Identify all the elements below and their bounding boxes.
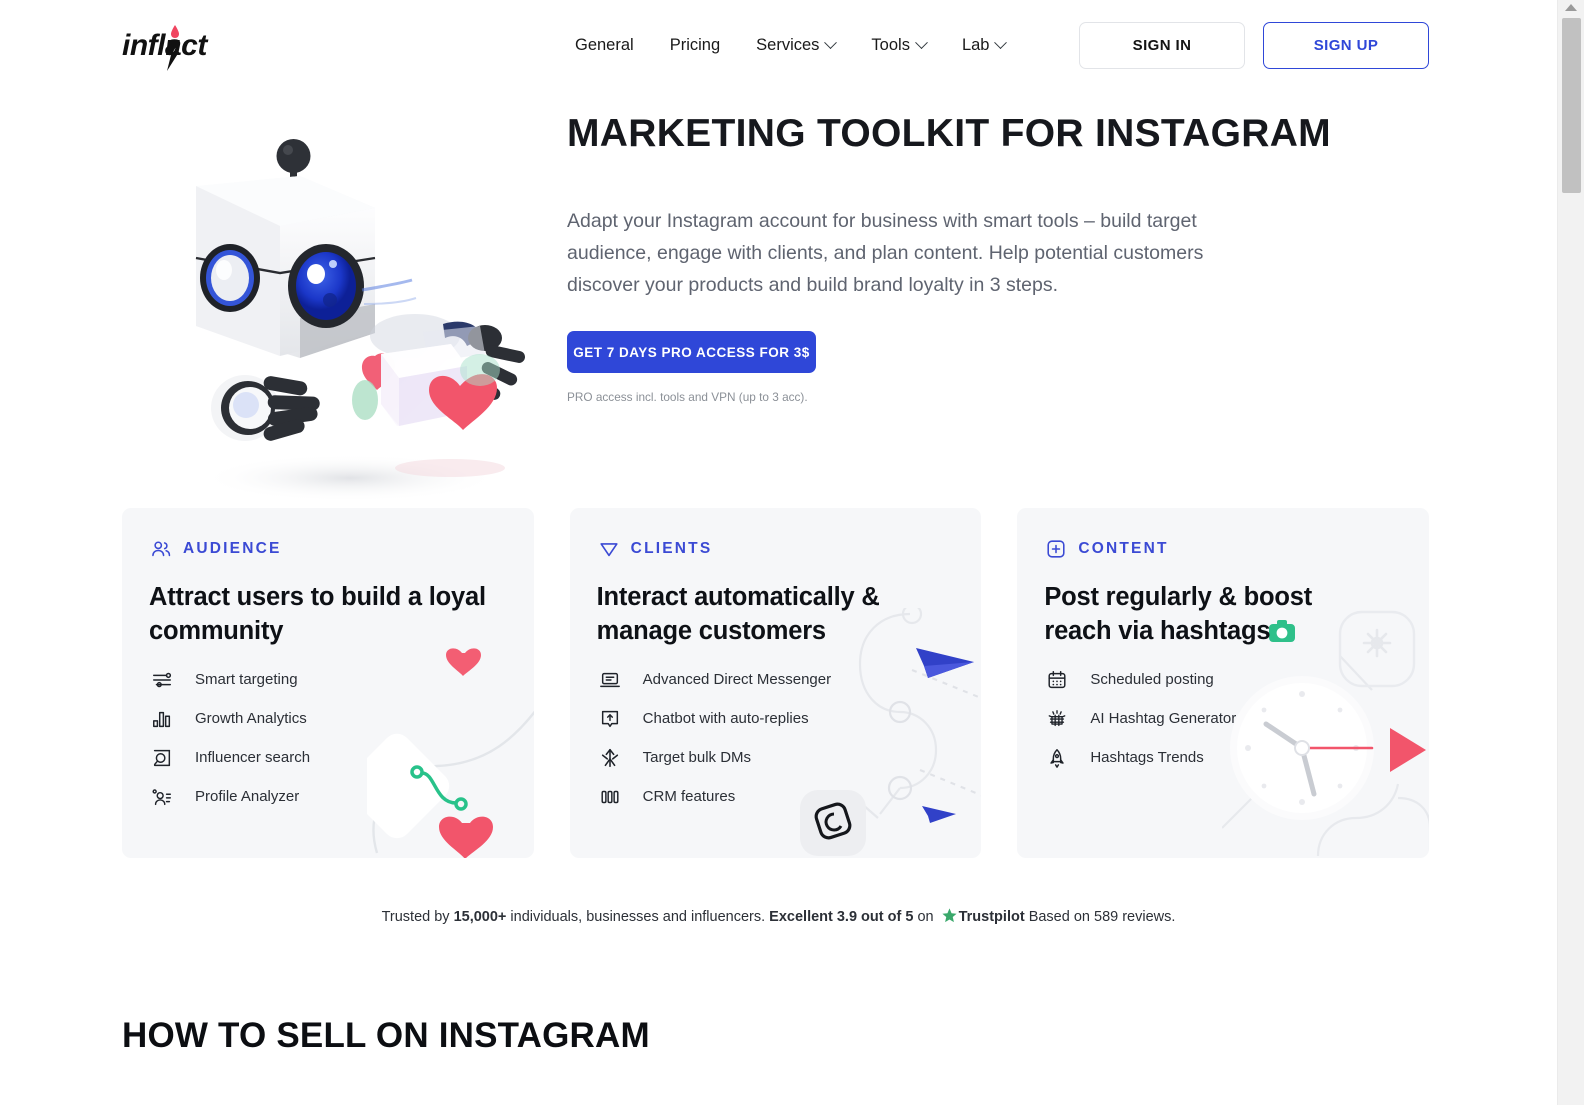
chatbot-icon — [598, 707, 622, 731]
list-item[interactable]: Target bulk DMs — [598, 746, 831, 770]
card-clients-header: CLIENTS — [598, 538, 713, 560]
list-item[interactable]: Chatbot with auto-replies — [598, 707, 831, 731]
list-item-label: Target bulk DMs — [642, 749, 752, 766]
users-icon — [152, 541, 171, 557]
card-kicker: CLIENTS — [630, 540, 713, 557]
card-title: Interact automatically & manage customer… — [596, 583, 880, 645]
send-plane-icon — [600, 543, 618, 557]
list-item-label: Smart targeting — [195, 671, 298, 688]
robot-3d-illustration — [195, 139, 526, 502]
list-item[interactable]: CRM features — [598, 785, 831, 809]
nav-item-pricing[interactable]: Pricing — [670, 30, 720, 60]
bar-chart-icon — [150, 707, 174, 731]
trust-on: on — [913, 909, 938, 925]
calendar-icon — [1045, 668, 1069, 692]
trust-middle: individuals, businesses and influencers. — [506, 909, 770, 925]
card-kicker: CONTENT — [1078, 540, 1169, 557]
card-title: Attract users to build a loyal community — [149, 583, 486, 645]
get-pro-access-button[interactable]: GET 7 DAYS PRO ACCESS FOR 3$ — [567, 331, 816, 373]
page-root: inflact General Pricing Services Tools L… — [0, 0, 1584, 1105]
trust-count: 15,000+ — [453, 909, 507, 925]
list-item[interactable]: Advanced Direct Messenger — [598, 668, 831, 692]
laptop-message-icon — [598, 668, 622, 692]
nav-item-label: Tools — [871, 36, 910, 54]
chevron-down-icon — [915, 35, 928, 49]
hero-description: Adapt your Instagram account for busines… — [567, 210, 1204, 296]
card-content-list: Scheduled posting AI Hashtag Generator H… — [1045, 668, 1236, 770]
nav-item-tools[interactable]: Tools — [871, 30, 928, 60]
scrollbar-thumb[interactable] — [1562, 18, 1581, 193]
trust-rating: Excellent 3.9 out of 5 — [769, 909, 914, 925]
site-header: inflact General Pricing Services Tools L… — [0, 0, 1557, 92]
list-item-label: AI Hashtag Generator — [1090, 710, 1237, 727]
list-item[interactable]: Scheduled posting — [1045, 668, 1236, 692]
trust-line: Trusted by 15,000+ individuals, business… — [0, 907, 1557, 925]
nav-item-label: Lab — [961, 36, 990, 54]
card-audience: AUDIENCE Attract users to build a loyal … — [122, 508, 534, 858]
sign-in-button[interactable]: SIGN IN — [1079, 22, 1245, 69]
trust-prefix: Trusted by — [381, 909, 454, 925]
chevron-down-icon — [824, 35, 838, 49]
page-title: MARKETING TOOLKIT FOR INSTAGRAM — [567, 112, 1331, 155]
user-list-icon — [150, 785, 174, 809]
nav-item-label: Pricing — [669, 36, 721, 54]
hero-content: MARKETING TOOLKIT FOR INSTAGRAM Adapt yo… — [567, 110, 1331, 404]
trust-suffix: Based on 589 reviews. — [1024, 909, 1176, 925]
list-item[interactable]: Growth Analytics — [150, 707, 310, 731]
scroll-up-arrow-icon[interactable] — [1565, 4, 1577, 11]
logo[interactable]: inflact — [122, 24, 242, 71]
logo-text: inflact — [122, 29, 207, 62]
list-item-label: Profile Analyzer — [195, 788, 300, 805]
list-item[interactable]: Smart targeting — [150, 668, 310, 692]
rocket-icon — [1045, 746, 1069, 770]
nav-item-label: General — [575, 36, 634, 54]
feature-cards: AUDIENCE Attract users to build a loyal … — [122, 508, 1430, 858]
card-audience-list: Smart targeting Growth Analytics Influen… — [150, 668, 310, 809]
card-audience-header: AUDIENCE — [150, 538, 282, 560]
lightning-drop-icon — [166, 25, 180, 71]
auth-buttons: SIGN IN SIGN UP — [1079, 22, 1429, 69]
section-subtitle — [300, 1085, 1000, 1105]
sliders-icon — [150, 668, 174, 692]
card-content-header: CONTENT — [1045, 538, 1168, 560]
list-item[interactable]: Influencer search — [150, 746, 310, 770]
cta-note: PRO access incl. tools and VPN (up to 3 … — [567, 390, 808, 404]
hashtag-gear-icon — [1045, 707, 1069, 731]
card-kicker: AUDIENCE — [183, 540, 282, 557]
card-clients: CLIENTS Interact automatically & manage … — [569, 508, 982, 858]
sign-up-button[interactable]: SIGN UP — [1263, 22, 1429, 69]
trustpilot-star-icon — [942, 908, 957, 923]
main-nav: General Pricing Services Tools Lab — [575, 30, 1008, 60]
trustpilot-brand: Trustpilot — [958, 909, 1025, 925]
card-content: CONTENT Post regularly & boost reach via… — [1017, 508, 1430, 858]
plus-square-icon — [1047, 540, 1065, 558]
page-scrollbar[interactable] — [1557, 0, 1584, 1105]
list-item-label: CRM features — [642, 788, 736, 805]
nav-item-services[interactable]: Services — [756, 30, 838, 60]
card-title: Post regularly & boost reach via hashtag… — [1044, 583, 1312, 645]
list-item[interactable]: Profile Analyzer — [150, 785, 310, 809]
list-item[interactable]: AI Hashtag Generator — [1045, 707, 1236, 731]
columns-icon — [598, 785, 622, 809]
card-clients-list: Advanced Direct Messenger Chatbot with a… — [598, 668, 831, 809]
nav-item-general[interactable]: General — [575, 30, 634, 60]
search-box-icon — [150, 746, 174, 770]
section-title-how-to-sell: HOW TO SELL ON INSTAGRAM — [122, 1016, 650, 1055]
audience-card-decoration — [367, 648, 534, 858]
nav-item-lab[interactable]: Lab — [961, 30, 1008, 60]
list-item-label: Growth Analytics — [195, 710, 307, 727]
list-item-label: Scheduled posting — [1090, 671, 1214, 688]
list-item[interactable]: Hashtags Trends — [1045, 746, 1236, 770]
chevron-down-icon — [994, 35, 1008, 49]
list-item-label: Advanced Direct Messenger — [642, 671, 832, 688]
target-arrows-icon — [598, 746, 622, 770]
nav-item-label: Services — [756, 36, 820, 54]
list-item-label: Chatbot with auto-replies — [642, 710, 809, 727]
list-item-label: Influencer search — [195, 749, 311, 766]
list-item-label: Hashtags Trends — [1090, 749, 1204, 766]
